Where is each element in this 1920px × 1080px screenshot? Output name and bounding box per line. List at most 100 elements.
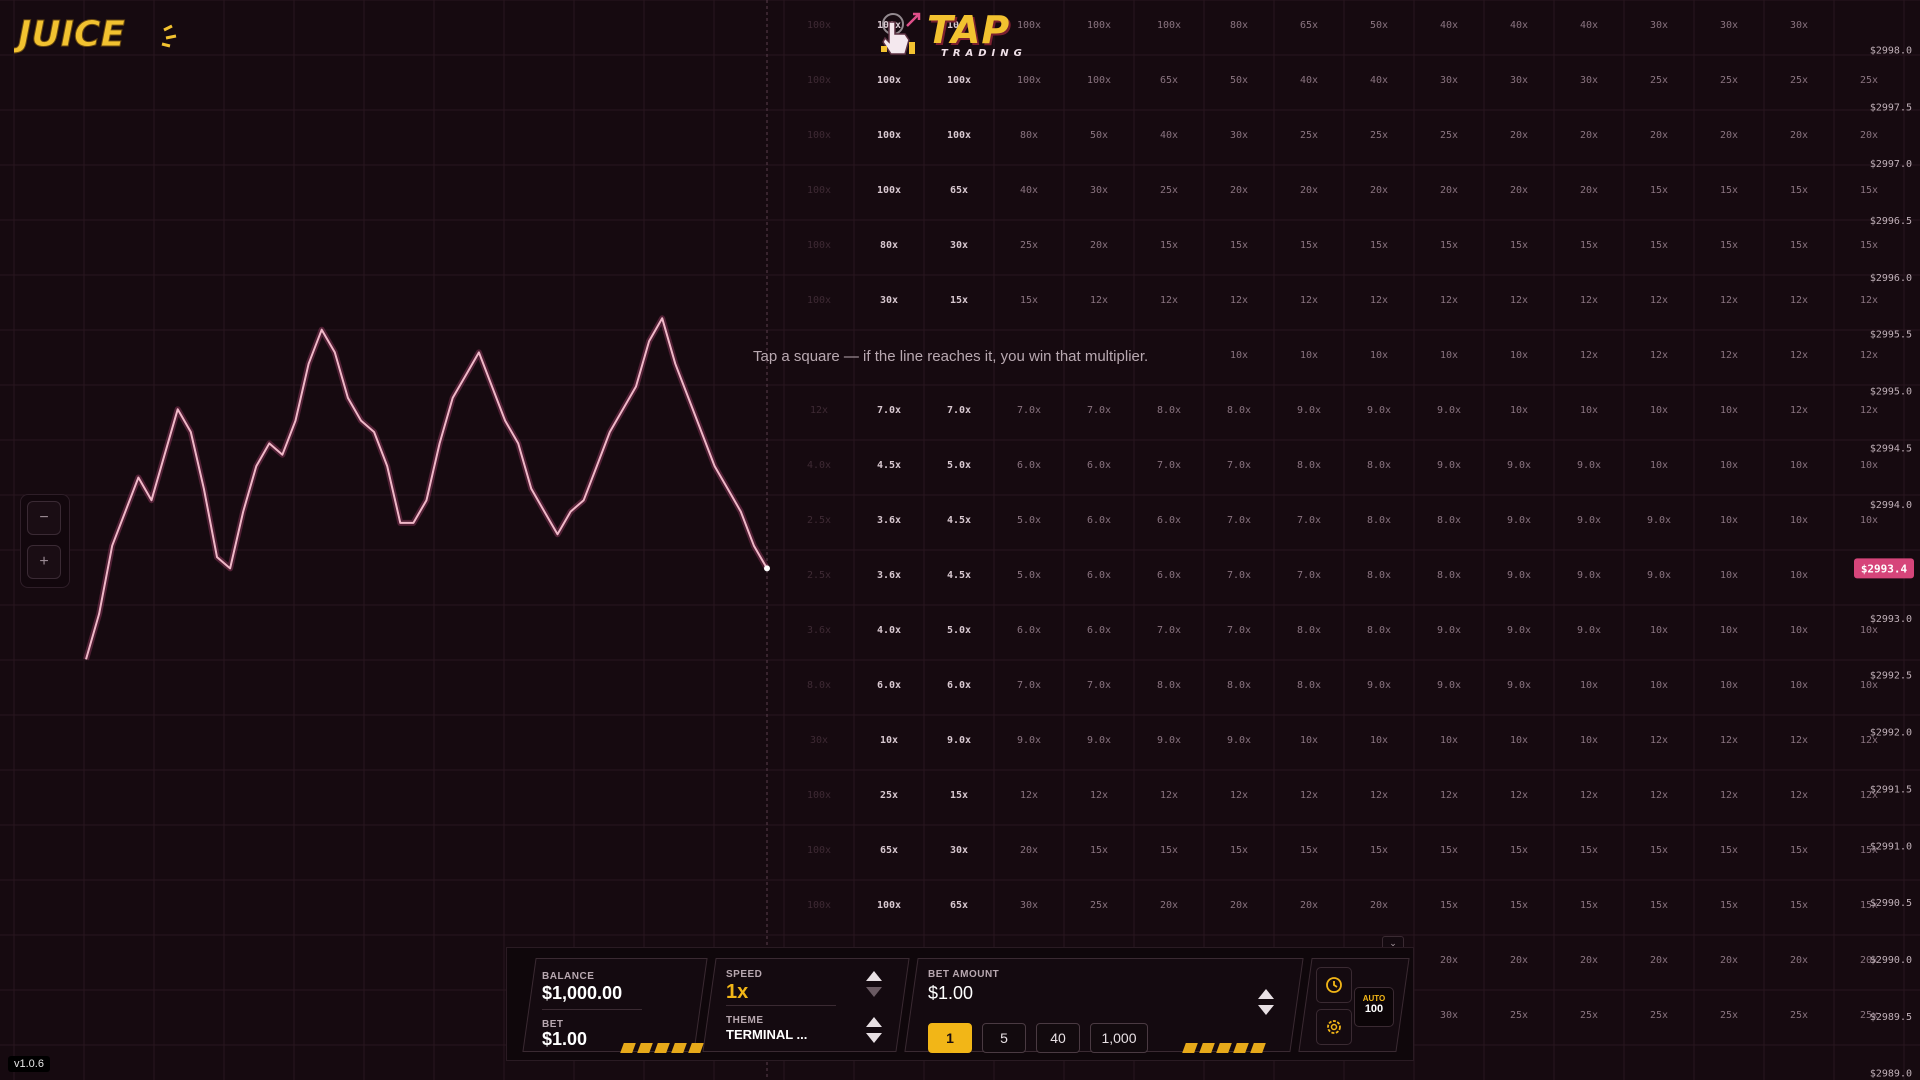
multiplier-cell[interactable]: 7.0x [1227,625,1251,636]
multiplier-cell[interactable]: 15x [1720,900,1738,911]
multiplier-cell[interactable]: 15x [1020,295,1038,306]
multiplier-cell[interactable]: 10x [1650,405,1668,416]
multiplier-cell[interactable]: 25x [1300,130,1318,141]
multiplier-cell[interactable]: 25x [1160,185,1178,196]
multiplier-cell[interactable]: 8.0x [1227,405,1251,416]
multiplier-cell[interactable]: 10x [1370,350,1388,361]
multiplier-cell[interactable]: 7.0x [1297,570,1321,581]
multiplier-cell[interactable]: 100x [807,845,831,856]
multiplier-cell[interactable]: 8.0x [1437,515,1461,526]
multiplier-cell[interactable]: 9.0x [1577,515,1601,526]
multiplier-cell[interactable]: 25x [1580,1010,1598,1021]
multiplier-cell[interactable]: 9.0x [1437,405,1461,416]
multiplier-cell[interactable]: 15x [1580,845,1598,856]
multiplier-cell[interactable]: 6.0x [1087,515,1111,526]
multiplier-cell[interactable]: 8.0x [1367,460,1391,471]
bet-amount-value[interactable]: $1.00 [928,983,973,1004]
multiplier-cell[interactable]: 6.0x [1087,460,1111,471]
multiplier-cell[interactable]: 9.0x [1577,625,1601,636]
multiplier-cell[interactable]: 100x [947,75,971,86]
multiplier-cell[interactable]: 30x [1440,75,1458,86]
multiplier-cell[interactable]: 10x [1650,460,1668,471]
multiplier-cell[interactable]: 30x [1790,20,1808,31]
multiplier-cell[interactable]: 15x [1790,240,1808,251]
multiplier-cell[interactable]: 12x [1370,790,1388,801]
multiplier-cell[interactable]: 6.0x [877,680,901,691]
speed-down-icon[interactable] [866,987,882,997]
multiplier-cell[interactable]: 10x [1860,460,1878,471]
multiplier-cell[interactable]: 6.0x [1017,460,1041,471]
multiplier-cell[interactable]: 9.0x [1367,405,1391,416]
multiplier-cell[interactable]: 12x [1790,350,1808,361]
multiplier-cell[interactable]: 8.0x [1297,680,1321,691]
multiplier-cell[interactable]: 100x [1087,75,1111,86]
multiplier-cell[interactable]: 25x [1720,1010,1738,1021]
multiplier-cell[interactable]: 30x [1510,75,1528,86]
multiplier-cell[interactable]: 25x [880,790,898,801]
multiplier-cell[interactable]: 12x [1860,350,1878,361]
multiplier-cell[interactable]: 10x [1720,460,1738,471]
multiplier-cell[interactable]: 20x [1300,185,1318,196]
multiplier-cell[interactable]: 3.6x [877,570,901,581]
multiplier-cell[interactable]: 12x [1790,295,1808,306]
multiplier-cell[interactable]: 15x [1790,900,1808,911]
multiplier-cell[interactable]: 20x [1580,955,1598,966]
multiplier-cell[interactable]: 9.0x [1437,625,1461,636]
multiplier-cell[interactable]: 100x [877,900,901,911]
multiplier-cell[interactable]: 15x [1720,845,1738,856]
multiplier-cell[interactable]: 6.0x [1017,625,1041,636]
multiplier-cell[interactable]: 7.0x [1227,460,1251,471]
multiplier-cell[interactable]: 100x [807,185,831,196]
multiplier-cell[interactable]: 4.5x [877,460,901,471]
multiplier-cell[interactable]: 20x [1720,130,1738,141]
multiplier-cell[interactable]: 7.0x [1157,625,1181,636]
multiplier-cell[interactable]: 100x [877,75,901,86]
multiplier-cell[interactable]: 9.0x [1577,570,1601,581]
multiplier-cell[interactable]: 15x [1090,845,1108,856]
multiplier-cell[interactable]: 9.0x [1507,625,1531,636]
chip-1-button[interactable]: 1 [928,1023,972,1053]
multiplier-cell[interactable]: 12x [1580,790,1598,801]
multiplier-cell[interactable]: 15x [1510,900,1528,911]
multiplier-cell[interactable]: 30x [950,845,968,856]
multiplier-cell[interactable]: 15x [1440,240,1458,251]
multiplier-cell[interactable]: 20x [1860,130,1878,141]
multiplier-cell[interactable]: 100x [877,185,901,196]
multiplier-cell[interactable]: 20x [1230,900,1248,911]
multiplier-cell[interactable]: 10x [1650,625,1668,636]
multiplier-cell[interactable]: 8.0x [1367,625,1391,636]
multiplier-cell[interactable]: 7.0x [1227,570,1251,581]
multiplier-cell[interactable]: 4.5x [947,515,971,526]
multiplier-cell[interactable]: 65x [1300,20,1318,31]
multiplier-cell[interactable]: 65x [880,845,898,856]
theme-up-icon[interactable] [866,1017,882,1027]
multiplier-cell[interactable]: 25x [1860,75,1878,86]
multiplier-cell[interactable]: 80x [880,240,898,251]
multiplier-cell[interactable]: 10x [1510,350,1528,361]
multiplier-cell[interactable]: 30x [1650,20,1668,31]
multiplier-cell[interactable]: 7.0x [1297,515,1321,526]
multiplier-cell[interactable]: 12x [1230,790,1248,801]
multiplier-cell[interactable]: 12x [1510,295,1528,306]
multiplier-cell[interactable]: 10x [1720,625,1738,636]
multiplier-cell[interactable]: 80x [1230,20,1248,31]
multiplier-cell[interactable]: 30x [1440,1010,1458,1021]
auto-button[interactable]: AUTO 100 [1354,987,1394,1027]
multiplier-cell[interactable]: 2.5x [807,570,831,581]
multiplier-cell[interactable]: 20x [1650,955,1668,966]
multiplier-cell[interactable]: 9.0x [1507,515,1531,526]
multiplier-cell[interactable]: 12x [1580,350,1598,361]
multiplier-cell[interactable]: 80x [1020,130,1038,141]
multiplier-cell[interactable]: 10x [1510,735,1528,746]
multiplier-cell[interactable]: 100x [807,130,831,141]
zoom-in-button[interactable]: + [27,545,61,579]
multiplier-cell[interactable]: 30x [1230,130,1248,141]
multiplier-cell[interactable]: 12x [1650,735,1668,746]
chip-1000-button[interactable]: 1,000 [1090,1023,1148,1053]
multiplier-cell[interactable]: 15x [1510,845,1528,856]
multiplier-cell[interactable]: 30x [1720,20,1738,31]
multiplier-cell[interactable]: 40x [1440,20,1458,31]
multiplier-cell[interactable]: 15x [1300,845,1318,856]
multiplier-cell[interactable]: 10x [1300,735,1318,746]
multiplier-cell[interactable]: 10x [1580,680,1598,691]
